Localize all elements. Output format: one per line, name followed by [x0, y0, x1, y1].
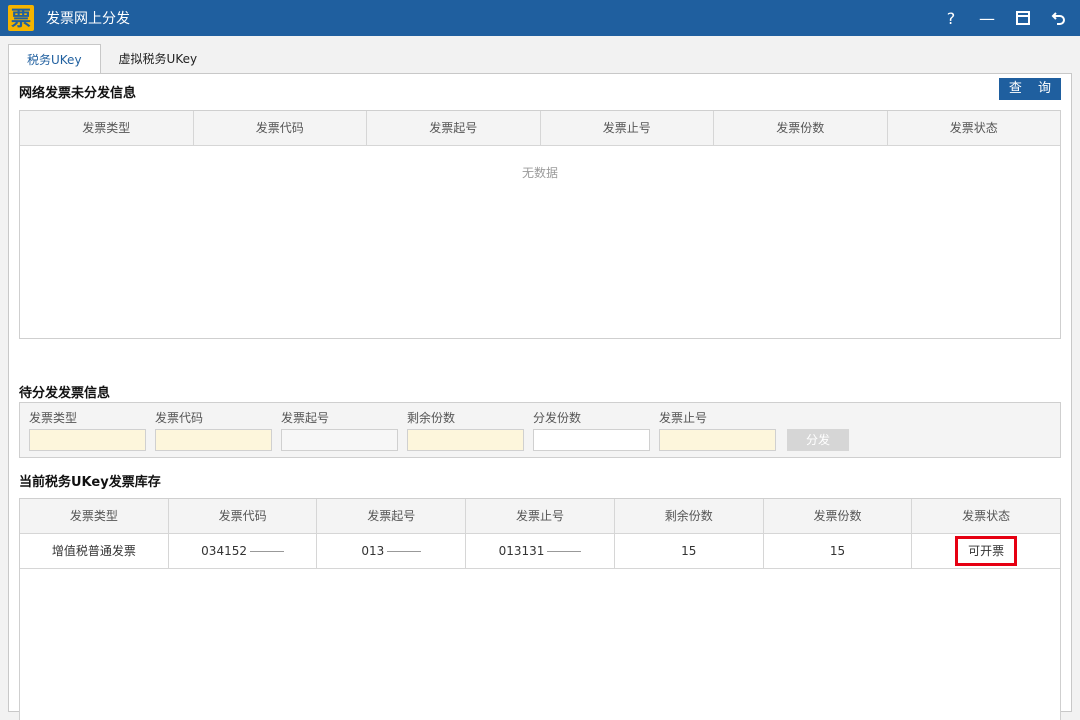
inventory-table-header: 发票类型 发票代码 发票起号 发票止号 剩余份数 发票份数 发票状态 [20, 499, 1060, 534]
tab-panel: 网络发票未分发信息 查 询 发票类型 发票代码 发票起号 发票止号 发票份数 发… [8, 73, 1072, 720]
minimize-button[interactable]: — [976, 7, 998, 29]
cell-invoice-code: 034152 [169, 534, 318, 568]
undo-icon [1051, 12, 1065, 25]
cell-invoice-type: 增值税普通发票 [20, 534, 169, 568]
cell-text: 013131 [498, 544, 545, 558]
column-header: 发票止号 [541, 111, 714, 145]
redaction-mark [547, 551, 582, 552]
redaction-mark [387, 551, 422, 552]
undistributed-table: 发票类型 发票代码 发票起号 发票止号 发票份数 发票状态 无数据 [19, 110, 1061, 339]
table-row[interactable]: 增值税普通发票 034152 013 013131 15 15 可开票 [20, 534, 1060, 569]
app-title: 发票网上分发 [46, 11, 130, 27]
remaining-count-input[interactable] [407, 429, 524, 451]
restore-icon [1016, 11, 1030, 25]
column-header: 发票起号 [317, 499, 467, 533]
redaction-mark [249, 551, 284, 552]
cell-text: 013 [361, 544, 385, 558]
column-header: 发票状态 [949, 121, 998, 135]
field-label: 发票类型 [29, 411, 78, 425]
undistributed-title: 网络发票未分发信息 [19, 86, 137, 101]
field-label: 分发份数 [533, 411, 582, 425]
empty-message: 无数据 [521, 166, 558, 180]
invoice-type-input[interactable] [29, 429, 146, 451]
distribute-count-input[interactable] [533, 429, 650, 451]
inventory-table: 发票类型 发票代码 发票起号 发票止号 剩余份数 发票份数 发票状态 增值税普通… [19, 498, 1061, 720]
field-invoice-code: 发票代码 [155, 409, 272, 451]
cell-start-number: 013 [317, 534, 467, 568]
field-label: 发票止号 [659, 411, 708, 425]
tab-ukey[interactable]: 税务UKey [8, 44, 101, 74]
window-controls: ? — [940, 0, 1070, 36]
field-label: 发票代码 [155, 411, 204, 425]
column-header: 剩余份数 [615, 499, 764, 533]
field-end-number: 发票止号 [659, 409, 776, 451]
column-header: 发票代码 [194, 111, 367, 145]
field-remaining: 剩余份数 [407, 409, 524, 451]
column-header: 发票止号 [466, 499, 615, 533]
help-button[interactable]: ? [940, 7, 962, 29]
column-header: 发票类型 [20, 111, 194, 145]
cell-remaining: 15 [615, 534, 764, 568]
cell-end-number: 013131 [466, 534, 615, 568]
query-button[interactable]: 查 询 [999, 78, 1061, 100]
field-invoice-type: 发票类型 [29, 409, 146, 451]
field-start-number: 发票起号 [281, 409, 398, 451]
pending-title: 待分发发票信息 [19, 386, 111, 401]
column-header: 发票起号 [367, 111, 541, 145]
column-header: 发票类型 [20, 499, 169, 533]
restore-button[interactable] [1012, 7, 1034, 29]
inventory-title: 当前税务UKey发票库存 [19, 475, 161, 490]
invoice-code-input[interactable] [155, 429, 272, 451]
cell-status: 可开票 [912, 534, 1060, 568]
field-label: 剩余份数 [407, 411, 456, 425]
cell-text: 034152 [201, 544, 247, 558]
distribute-button[interactable]: 分发 [787, 429, 849, 451]
title-bar: 票 发票网上分发 ? — [0, 0, 1080, 36]
column-header: 发票份数 [764, 499, 913, 533]
end-number-input[interactable] [659, 429, 776, 451]
distribute-form: 发票类型 发票代码 发票起号 剩余份数 分发份数 发票止号 分发 [19, 402, 1061, 458]
start-number-input[interactable] [281, 429, 398, 451]
main-content: 税务UKey 虚拟税务UKey 网络发票未分发信息 查 询 发票类型 发票代码 … [0, 36, 1080, 720]
column-header: 发票份数 [714, 111, 888, 145]
field-label: 发票起号 [281, 411, 330, 425]
back-button[interactable] [1048, 7, 1070, 29]
field-distribute-count: 分发份数 [533, 409, 650, 451]
undistributed-table-header: 发票类型 发票代码 发票起号 发票止号 发票份数 发票状态 [20, 111, 1060, 146]
app-logo-icon: 票 [8, 5, 34, 31]
column-header: 发票状态 [962, 509, 1011, 523]
tab-bar: 税务UKey 虚拟税务UKey [8, 44, 215, 74]
tab-virtual-ukey[interactable]: 虚拟税务UKey [101, 44, 216, 74]
cell-count: 15 [764, 534, 913, 568]
status-badge: 可开票 [955, 536, 1018, 566]
column-header: 发票代码 [169, 499, 318, 533]
